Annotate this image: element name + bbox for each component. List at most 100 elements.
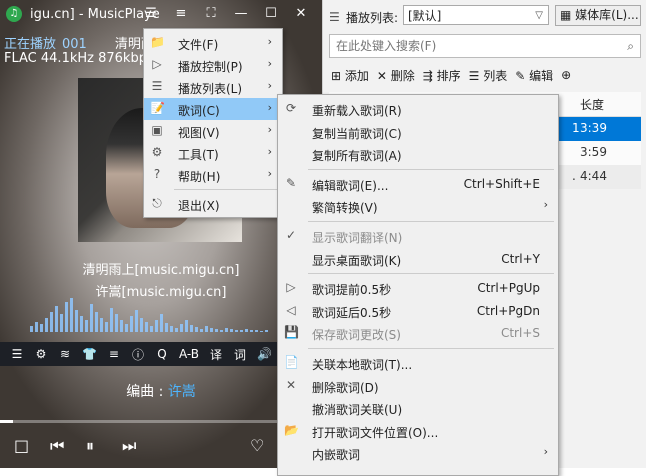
progress-bar[interactable] bbox=[0, 420, 322, 423]
spectrum-bar bbox=[165, 323, 168, 332]
translate-button[interactable]: 译 bbox=[209, 346, 223, 363]
main-menu-item-1[interactable]: ▷ 播放控制(P) › bbox=[144, 54, 282, 76]
lyrics-menu-item-4[interactable]: 繁简转换(V) › bbox=[278, 195, 558, 217]
next-button[interactable]: ⏭ bbox=[122, 436, 136, 456]
lyrics-menu-item-3[interactable]: ✎ 编辑歌词(E)... Ctrl+Shift+E bbox=[278, 173, 558, 195]
composer-label: 编曲 : bbox=[126, 384, 164, 400]
menu-shortcut: Ctrl+PgDn bbox=[476, 303, 540, 318]
playlist-action-4[interactable]: ✎ 编辑 bbox=[515, 67, 553, 84]
menu-item-label: 文件(F) bbox=[178, 38, 219, 52]
menu-item-label: 撤消歌词关联(U) bbox=[312, 403, 403, 418]
favorite-button[interactable]: ♡ bbox=[250, 436, 264, 455]
main-menu-item-7[interactable]: ⎋ 退出(X) bbox=[144, 193, 282, 215]
fullscreen-icon[interactable]: ⛶ bbox=[196, 4, 226, 24]
menu-lines-icon[interactable]: ≡ bbox=[107, 347, 121, 361]
playlist-action-2[interactable]: ⇶ 排序 bbox=[423, 67, 461, 84]
volume-icon[interactable]: 🔊 bbox=[257, 347, 272, 361]
playlist-label-row: ☰ 播放列表: bbox=[329, 7, 398, 27]
lyrics-menu-item-5[interactable]: ✓ 显示歌词翻译(N) bbox=[278, 225, 558, 247]
spectrum-bar bbox=[135, 310, 138, 332]
ab-repeat-button[interactable]: A-B bbox=[179, 347, 199, 361]
prev-button[interactable]: ⏮ bbox=[50, 436, 64, 456]
lyrics-submenu: ⟳ 重新载入歌词(R) 复制当前歌词(C) 复制所有歌词(A) ✎ 编辑歌词(E)... C… bbox=[277, 94, 559, 476]
main-menu-item-0[interactable]: 📁 文件(F) › bbox=[144, 32, 282, 54]
player-toolbar: ☰ ⚙ ≋ 👕 ≡ ⓘ Q A-B 译词 🔊 bbox=[0, 342, 322, 366]
search-input[interactable]: 在此处键入搜索(F) ⌕ bbox=[329, 34, 641, 58]
spectrum-bar bbox=[205, 326, 208, 332]
chevron-right-icon: › bbox=[543, 198, 548, 212]
help-icon: ? bbox=[153, 167, 161, 181]
main-menu-item-3[interactable]: 📝 歌词(C) › bbox=[144, 98, 282, 120]
menu-icon[interactable]: ☰ bbox=[136, 4, 166, 24]
stop-button[interactable]: □ bbox=[14, 436, 29, 455]
playlist-action-3[interactable]: ☰ 列表 bbox=[469, 67, 508, 84]
settings-icon[interactable]: ⚙ bbox=[34, 347, 48, 361]
lyrics-menu-item-14[interactable]: 内嵌歌词 › bbox=[278, 442, 558, 464]
spectrum-bar bbox=[150, 326, 153, 332]
spectrum-bar bbox=[190, 325, 193, 332]
playlist-action-0[interactable]: ⊞ 添加 bbox=[331, 67, 369, 84]
lyrics-menu-item-1[interactable]: 复制当前歌词(C) bbox=[278, 121, 558, 143]
skin-icon[interactable]: 👕 bbox=[82, 347, 97, 361]
equalizer-icon[interactable]: ≋ bbox=[58, 347, 72, 361]
music-note-icon: ♫ bbox=[6, 6, 22, 22]
main-menu-item-2[interactable]: ☰ 播放列表(L) › bbox=[144, 76, 282, 98]
playlist-icon[interactable]: ☰ bbox=[10, 347, 24, 361]
main-menu-item-6[interactable]: ? 帮助(H) › bbox=[144, 164, 282, 186]
spectrum-bar bbox=[75, 310, 78, 332]
maximize-button[interactable]: ☐ bbox=[256, 4, 286, 24]
playlist-action-1[interactable]: ✕ 删除 bbox=[377, 67, 415, 84]
spectrum-bar bbox=[30, 326, 33, 332]
lyrics-menu-item-10[interactable]: 📄 关联本地歌词(T)... bbox=[278, 352, 558, 374]
spectrum-bar bbox=[50, 312, 53, 332]
lyrics-button[interactable]: 词 bbox=[233, 346, 247, 363]
now-playing-label: 正在播放 bbox=[4, 37, 57, 52]
lyrics-menu-item-12[interactable]: 撤消歌词关联(U) bbox=[278, 397, 558, 419]
playlist-dropdown[interactable]: [默认] ▽ bbox=[403, 5, 549, 25]
menu-separator bbox=[174, 189, 278, 190]
info-icon[interactable]: ⓘ bbox=[131, 346, 145, 363]
lyrics-menu-item-9[interactable]: 💾 保存歌词更改(S) Ctrl+S bbox=[278, 322, 558, 344]
row-duration: 3:59 bbox=[580, 145, 607, 159]
chevron-right-icon: › bbox=[267, 79, 272, 92]
search-icon[interactable]: Q bbox=[155, 347, 169, 361]
media-library-label: 媒体库(L)... bbox=[575, 8, 639, 22]
playlist-action-5[interactable]: ⊕ bbox=[561, 68, 571, 82]
spectrum-bar bbox=[95, 312, 98, 332]
spectrum-bar bbox=[85, 320, 88, 332]
lyrics-menu-item-2[interactable]: 复制所有歌词(A) bbox=[278, 143, 558, 165]
menu-shortcut: Ctrl+Shift+E bbox=[463, 176, 540, 191]
menu-item-label: 帮助(H) bbox=[178, 170, 221, 184]
view-icon: ▣ bbox=[151, 123, 163, 137]
minimize-button[interactable]: — bbox=[226, 4, 256, 24]
menu-item-label: 视图(V) bbox=[178, 126, 220, 140]
search-icon: ⌕ bbox=[627, 39, 634, 53]
spectrum-bar bbox=[120, 320, 123, 332]
lyrics-menu-item-7[interactable]: ▷ 歌词提前0.5秒 Ctrl+PgUp bbox=[278, 277, 558, 299]
spectrum-bar bbox=[170, 326, 173, 332]
pause-button[interactable]: ⏸ bbox=[86, 436, 94, 456]
lyrics-menu-item-8[interactable]: ◁ 歌词延后0.5秒 Ctrl+PgDn bbox=[278, 300, 558, 322]
spectrum-bar bbox=[115, 314, 118, 332]
save-icon: 💾 bbox=[284, 325, 299, 340]
spectrum-bar bbox=[140, 318, 143, 332]
spectrum-bar bbox=[35, 322, 38, 332]
spectrum-bar bbox=[100, 318, 103, 332]
spectrum-bar bbox=[230, 329, 233, 332]
row-duration: 4:44 bbox=[580, 169, 607, 183]
menu-item-label: 打开歌词文件位置(O)... bbox=[312, 425, 439, 440]
menu-item-label: 显示桌面歌词(K) bbox=[312, 253, 402, 268]
close-button[interactable]: ✕ bbox=[286, 4, 316, 24]
main-menu-item-4[interactable]: ▣ 视图(V) › bbox=[144, 120, 282, 142]
chevron-right-icon: › bbox=[543, 445, 548, 459]
menu-item-label: 重新载入歌词(R) bbox=[312, 104, 402, 118]
lyrics-menu-item-11[interactable]: ✕ 删除歌词(D) bbox=[278, 375, 558, 397]
lyrics-menu-item-13[interactable]: 📂 打开歌词文件位置(O)... bbox=[278, 420, 558, 442]
title-bar: ♫ igu.cn] - MusicPlaye ☰ ≡ ⛶ — ☐ ✕ bbox=[0, 0, 322, 28]
composer-value: 许嵩 bbox=[167, 384, 196, 400]
lyrics-menu-item-0[interactable]: ⟳ 重新载入歌词(R) bbox=[278, 98, 558, 120]
lyrics-menu-item-6[interactable]: 显示桌面歌词(K) Ctrl+Y bbox=[278, 248, 558, 270]
media-library-button[interactable]: ▦ 媒体库(L)... bbox=[555, 5, 641, 26]
main-menu-item-5[interactable]: ⚙ 工具(T) › bbox=[144, 142, 282, 164]
layout-icon[interactable]: ≡ bbox=[166, 4, 196, 24]
